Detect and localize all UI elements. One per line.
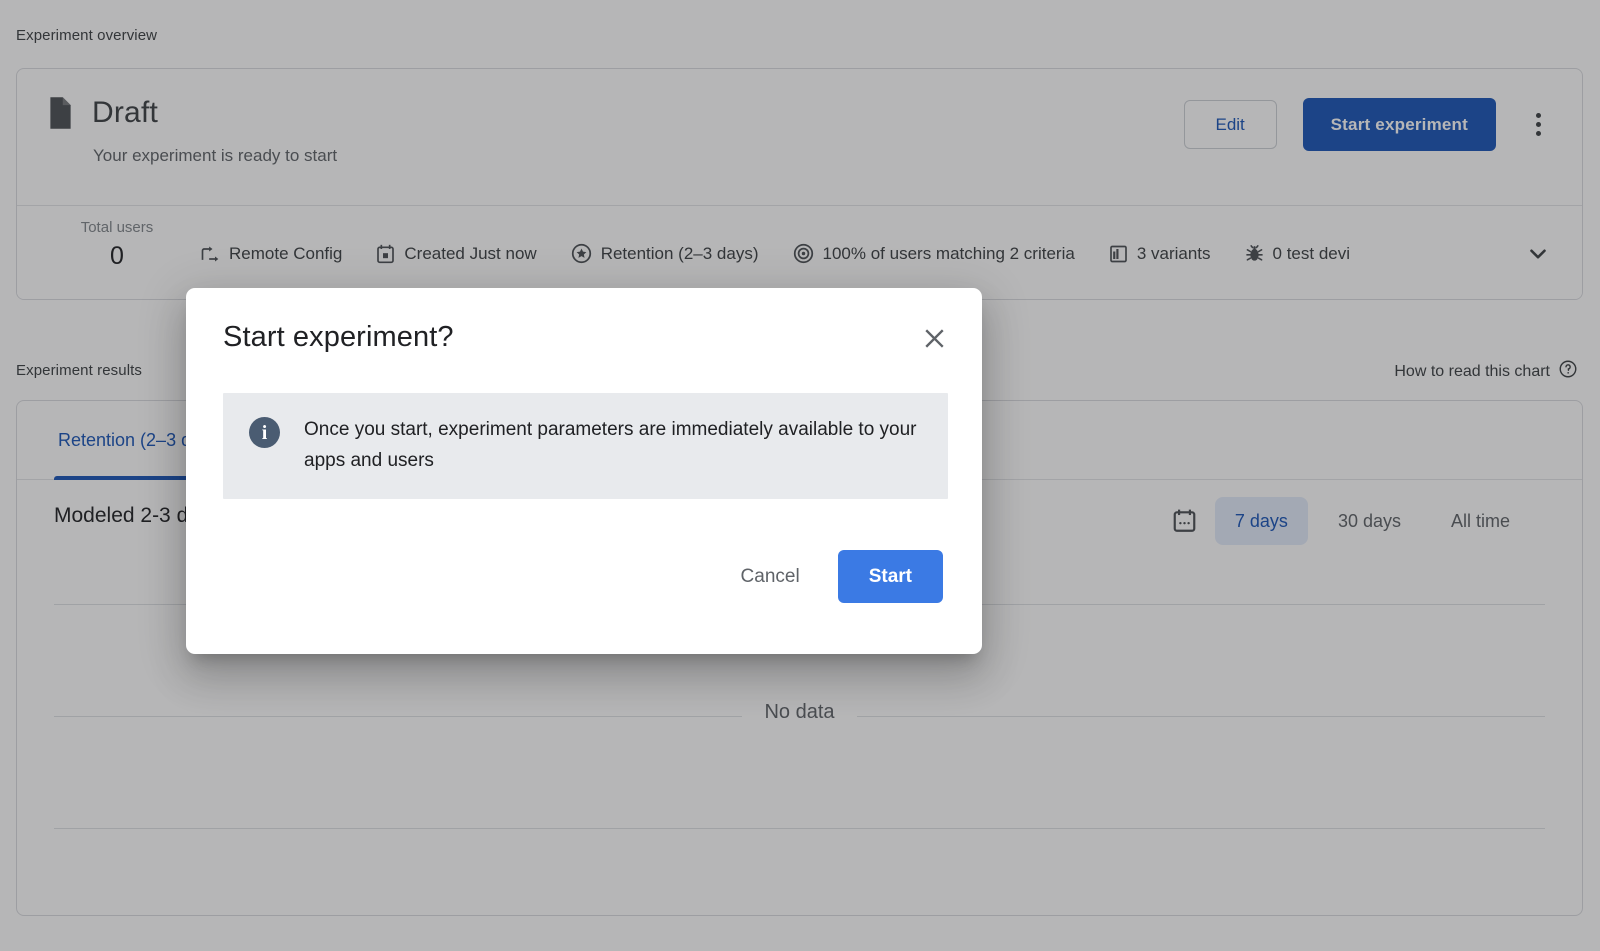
dialog-actions: Cancel Start bbox=[725, 550, 943, 603]
dialog-title: Start experiment? bbox=[223, 321, 454, 354]
dialog-info-text: Once you start, experiment parameters ar… bbox=[304, 415, 924, 477]
close-icon[interactable] bbox=[912, 316, 956, 360]
start-experiment-dialog: Start experiment? i Once you start, expe… bbox=[186, 288, 982, 654]
start-button[interactable]: Start bbox=[838, 550, 943, 603]
cancel-button[interactable]: Cancel bbox=[725, 555, 816, 599]
dialog-info-banner: i Once you start, experiment parameters … bbox=[223, 393, 948, 499]
info-icon: i bbox=[249, 417, 280, 448]
